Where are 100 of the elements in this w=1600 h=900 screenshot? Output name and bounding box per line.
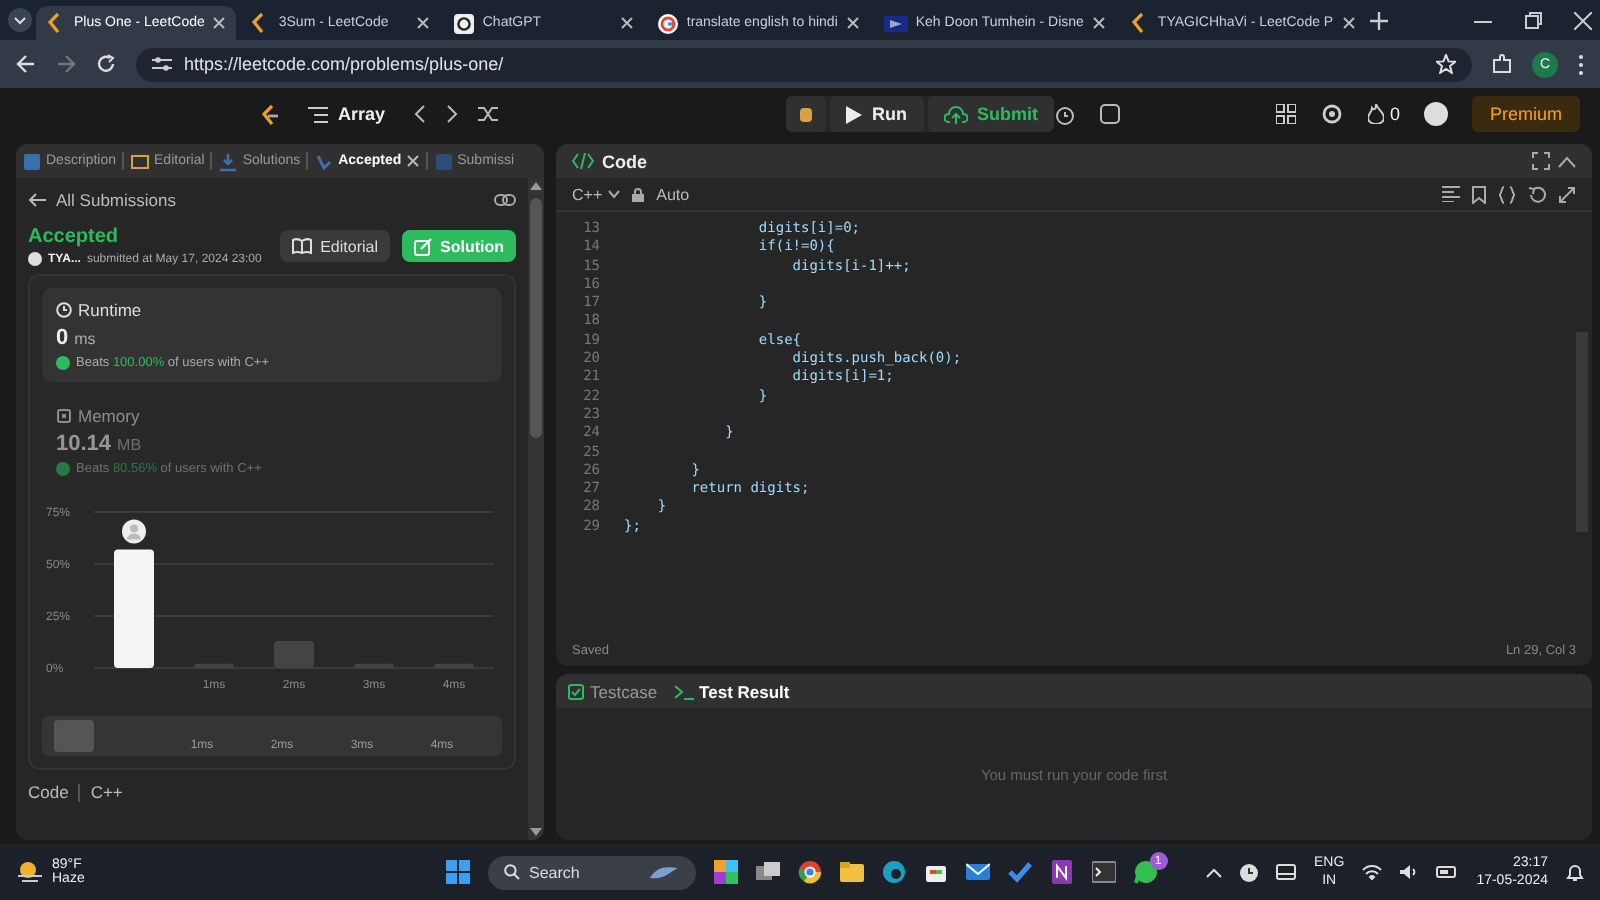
chrome-browser-icon[interactable]	[797, 860, 822, 884]
list-icon	[308, 105, 328, 123]
address-bar[interactable]: https://leetcode.com/problems/plus-one/	[136, 47, 1472, 81]
previous-chevron-icon[interactable]	[413, 104, 426, 124]
checkbox-icon	[568, 683, 584, 699]
speaker-icon[interactable]	[1400, 864, 1419, 880]
close-icon[interactable]	[405, 154, 420, 168]
back-arrow-icon[interactable]	[28, 192, 46, 208]
premium-button[interactable]: Premium	[1471, 96, 1580, 132]
link-icon[interactable]	[494, 192, 516, 208]
console-tab[interactable]: Test Result	[673, 675, 790, 707]
close-icon[interactable]	[1574, 11, 1592, 29]
more-menu-icon[interactable]	[1578, 53, 1584, 75]
search-icon	[503, 864, 520, 880]
braces-icon[interactable]	[1498, 185, 1516, 203]
settings-icon[interactable]	[1319, 102, 1344, 126]
notification-bell-icon[interactable]	[1566, 863, 1584, 881]
taskbar-search[interactable]: Search	[487, 855, 696, 889]
code-label: Code	[28, 782, 69, 802]
stat-title: Memory	[78, 406, 140, 426]
leetcode-logo-icon[interactable]	[260, 103, 280, 125]
chevron-down-icon	[608, 190, 621, 198]
range-handle[interactable]	[54, 720, 94, 752]
next-chevron-icon[interactable]	[445, 104, 458, 124]
cloud-upload-icon	[943, 105, 967, 123]
weather-haze-icon	[16, 860, 44, 884]
back-arrow-icon[interactable]	[16, 54, 36, 74]
streak-count: 0	[1389, 104, 1400, 124]
avatar-icon	[122, 519, 146, 544]
panel-title: Code	[602, 151, 647, 171]
close-icon[interactable]	[416, 16, 431, 30]
language-select[interactable]: C++	[572, 185, 621, 203]
console-tab[interactable]: Testcase	[568, 675, 658, 707]
play-icon	[846, 105, 862, 123]
mode-label: Auto	[656, 185, 690, 203]
mail-icon[interactable]	[965, 860, 990, 884]
fullscreen-icon[interactable]	[1532, 152, 1550, 170]
wifi-icon[interactable]	[1362, 864, 1383, 880]
tab-list-icon[interactable]	[8, 8, 32, 32]
battery-icon[interactable]	[1436, 866, 1459, 878]
checkmark-icon[interactable]	[1007, 860, 1032, 884]
terminal-icon[interactable]	[1091, 860, 1116, 884]
task-view-icon[interactable]	[755, 862, 780, 882]
note-icon[interactable]	[1100, 104, 1120, 124]
streaming-icon	[883, 15, 908, 31]
editorial-button[interactable]: Editorial	[280, 230, 390, 262]
stat-unit: MB	[117, 436, 142, 454]
fire-icon	[1367, 104, 1384, 124]
bug-icon	[796, 104, 816, 124]
reset-icon[interactable]	[1528, 185, 1546, 203]
all-submissions-link[interactable]: All Submissions	[56, 190, 176, 210]
scroll-down-icon	[530, 828, 542, 836]
close-icon[interactable]	[1091, 16, 1106, 30]
site-settings-icon[interactable]	[152, 56, 172, 72]
format-icon[interactable]	[1442, 186, 1460, 202]
debug-button[interactable]	[786, 96, 826, 132]
grid-icon[interactable]	[1275, 104, 1296, 124]
collapse-chevron-icon[interactable]	[1558, 155, 1576, 167]
problem-list-button[interactable]: Array	[300, 96, 394, 132]
alarm-clock-icon[interactable]	[1054, 103, 1076, 125]
close-icon[interactable]	[1341, 16, 1356, 30]
user-avatar[interactable]	[1423, 102, 1448, 126]
submit-button[interactable]: Submit	[927, 96, 1054, 132]
stat-unit: ms	[74, 330, 96, 348]
download-icon	[218, 151, 239, 171]
star-icon[interactable]	[1436, 54, 1456, 74]
stat-value: 0	[56, 326, 69, 350]
restore-icon[interactable]	[1524, 11, 1542, 29]
close-icon[interactable]	[620, 16, 635, 30]
close-icon[interactable]	[845, 16, 860, 30]
submission-status: Accepted	[28, 226, 121, 248]
puzzle-piece-icon[interactable]	[1492, 54, 1512, 74]
code-icon	[572, 152, 594, 170]
clock-icon	[56, 302, 72, 318]
run-button[interactable]: Run	[830, 96, 923, 132]
folder-icon[interactable]	[839, 860, 864, 884]
start-icon[interactable]	[445, 860, 470, 884]
forward-arrow-icon[interactable]	[56, 54, 76, 74]
stat-title: Runtime	[78, 300, 142, 320]
bookmark-icon[interactable]	[1472, 185, 1486, 203]
terminal-icon	[673, 683, 694, 699]
lock-icon	[632, 187, 645, 201]
code-language: C++	[90, 782, 123, 802]
scroll-up-icon	[530, 182, 542, 190]
close-icon[interactable]	[212, 16, 227, 30]
edit-icon	[414, 237, 432, 255]
user-avatar	[28, 252, 42, 266]
chat-bubble-icon[interactable]	[1133, 860, 1158, 884]
notebook-icon[interactable]	[1049, 860, 1074, 884]
chevron-up-icon[interactable]	[1206, 867, 1223, 877]
reload-icon[interactable]	[96, 54, 116, 74]
expand-icon[interactable]	[1558, 185, 1576, 203]
clock-icon[interactable]	[1240, 863, 1259, 881]
search-engine-icon	[658, 13, 679, 33]
stat-value: 10.14	[56, 432, 112, 456]
display-icon[interactable]	[1276, 864, 1297, 880]
colorful-app-icon[interactable]	[713, 860, 738, 884]
shuffle-icon[interactable]	[477, 104, 500, 124]
new-tab-icon[interactable]	[1369, 11, 1388, 29]
chip-icon	[56, 408, 72, 424]
